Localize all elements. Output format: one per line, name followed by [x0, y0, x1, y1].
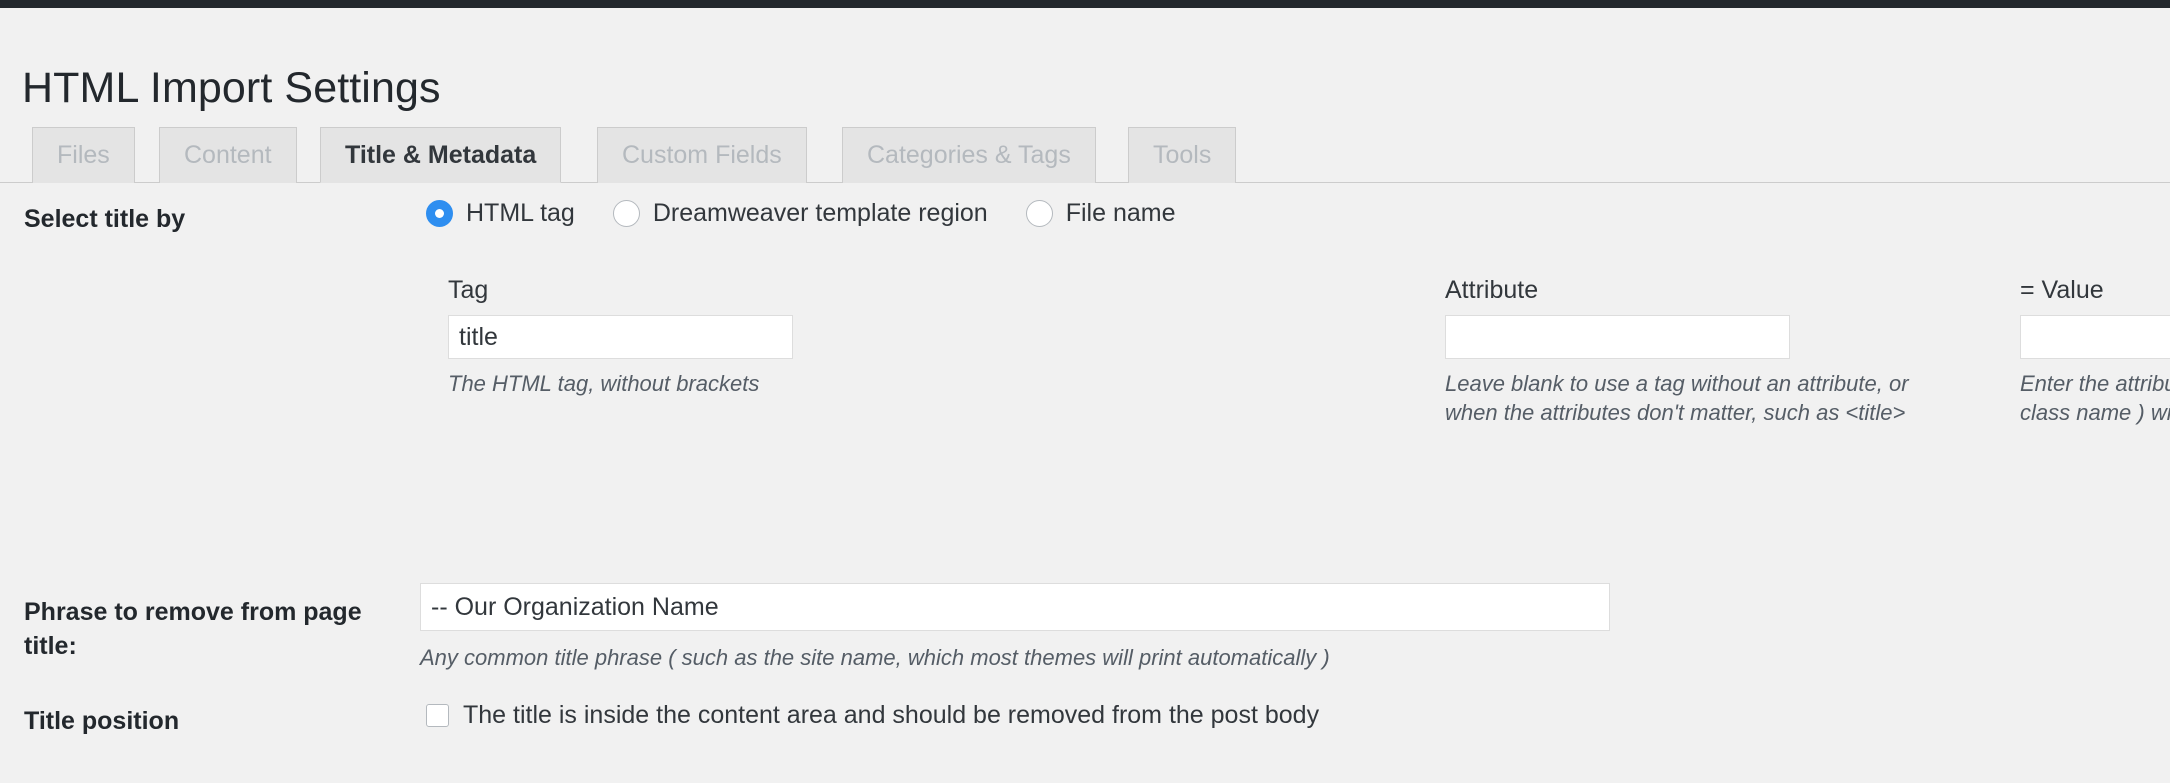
row-phrase-to-remove: Phrase to remove from page title: Any co…	[0, 553, 2170, 683]
radio-label-html-tag: HTML tag	[466, 199, 575, 228]
settings-page: HTML Import Settings Files Content Title…	[0, 8, 2170, 760]
page-title: HTML Import Settings	[22, 65, 441, 112]
wp-admin-bar	[0, 0, 2170, 8]
radio-label-dreamweaver-template-region: Dreamweaver template region	[653, 199, 988, 228]
select-title-by-controls: HTML tag Dreamweaver template region Fil…	[426, 199, 2170, 458]
row-title-position: Title position The title is inside the c…	[0, 693, 2170, 783]
help-tag: The HTML tag, without brackets	[448, 369, 878, 398]
label-value: = Value	[2020, 278, 2170, 303]
radio-icon-html-tag[interactable]	[426, 200, 453, 227]
tab-tools[interactable]: Tools	[1128, 127, 1236, 183]
tab-content[interactable]: Content	[159, 127, 297, 183]
input-attribute[interactable]	[1445, 315, 1790, 359]
label-tag: Tag	[448, 278, 798, 303]
title-source-radio-group: HTML tag Dreamweaver template region Fil…	[426, 199, 2170, 228]
help-value: Enter the attribute's value ( such as wi…	[2020, 369, 2170, 427]
title-position-controls: The title is inside the content area and…	[426, 701, 1319, 732]
help-phrase-to-remove: Any common title phrase ( such as the si…	[420, 643, 1820, 672]
row-select-title-by: Select title by HTML tag Dreamweaver tem…	[0, 183, 2170, 473]
label-attribute: Attribute	[1445, 278, 1795, 303]
input-tag[interactable]	[448, 315, 793, 359]
checkbox-option-title-inside-content[interactable]: The title is inside the content area and…	[426, 701, 1319, 730]
radio-option-dreamweaver-template-region[interactable]: Dreamweaver template region	[613, 199, 988, 228]
tab-categories-and-tags[interactable]: Categories & Tags	[842, 127, 1096, 183]
radio-icon-file-name[interactable]	[1026, 200, 1053, 227]
radio-option-file-name[interactable]: File name	[1026, 199, 1176, 228]
radio-option-html-tag[interactable]: HTML tag	[426, 199, 575, 228]
input-phrase-to-remove[interactable]	[420, 583, 1610, 631]
tab-custom-fields[interactable]: Custom Fields	[597, 127, 807, 183]
column-attribute: Attribute Leave blank to use a tag witho…	[1445, 278, 1795, 427]
label-title-position: Title position	[24, 705, 414, 739]
tag-attribute-value-columns: Tag The HTML tag, without brackets Attri…	[426, 278, 2170, 458]
phrase-to-remove-controls: Any common title phrase ( such as the si…	[420, 583, 1820, 672]
radio-icon-dreamweaver-template-region[interactable]	[613, 200, 640, 227]
tab-title-and-metadata[interactable]: Title & Metadata	[320, 127, 561, 183]
column-value: = Value Enter the attribute's value ( su…	[2020, 278, 2170, 427]
radio-label-file-name: File name	[1066, 199, 1176, 228]
settings-tab-bar: Files Content Title & Metadata Custom Fi…	[0, 118, 2170, 183]
help-attribute: Leave blank to use a tag without an attr…	[1445, 369, 1955, 427]
label-phrase-to-remove: Phrase to remove from page title:	[24, 596, 404, 664]
checkbox-label-title-inside-content: The title is inside the content area and…	[463, 701, 1319, 730]
column-tag: Tag The HTML tag, without brackets	[448, 278, 798, 398]
input-value[interactable]	[2020, 315, 2170, 359]
checkbox-icon-title-inside-content[interactable]	[426, 704, 449, 727]
tab-files[interactable]: Files	[32, 127, 135, 183]
label-select-title-by: Select title by	[24, 203, 414, 237]
